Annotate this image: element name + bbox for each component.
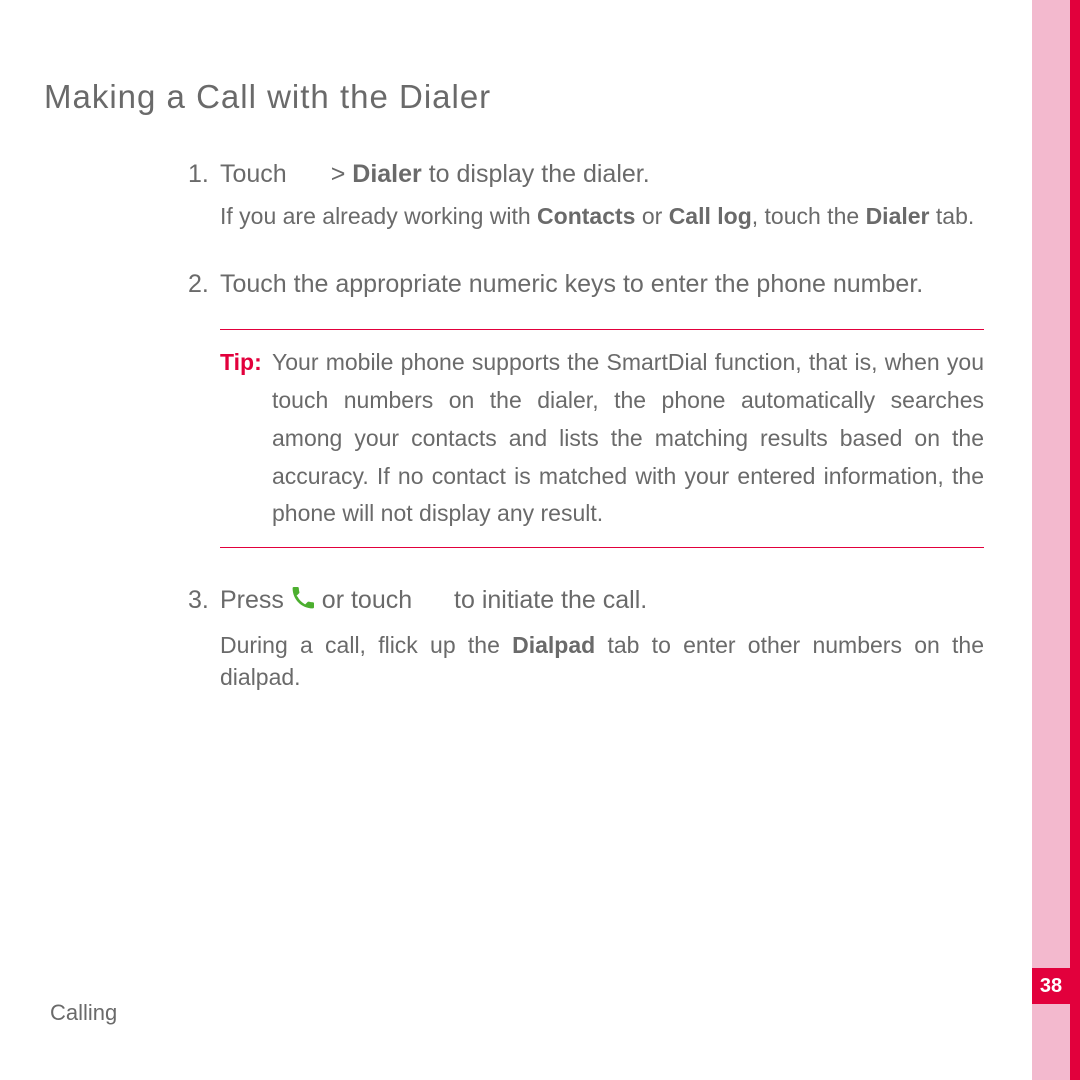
tip-box: Tip: Your mobile phone supports the Smar… — [220, 329, 984, 549]
footer-section-label: Calling — [50, 1000, 117, 1026]
step-1-sub-c: or — [635, 203, 668, 229]
step-1-sub-dialer: Dialer — [866, 203, 930, 229]
step-1: Touch > Dialer to display the dialer. If … — [220, 156, 984, 232]
step-2: Touch the appropriate numeric keys to en… — [220, 266, 984, 548]
step-3: Press or touch to initiate the call. Dur… — [220, 582, 984, 693]
step-3-sub-a: During a call, flick up the — [220, 632, 512, 658]
tip-body: Your mobile phone supports the SmartDial… — [220, 344, 984, 534]
page-title: Making a Call with the Dialer — [44, 78, 984, 116]
phone-icon — [291, 584, 315, 620]
step-3-subtext: During a call, flick up the Dialpad tab … — [220, 629, 984, 693]
side-accent-red — [1070, 0, 1080, 1080]
step-1-sub-e: , touch the — [752, 203, 866, 229]
step-1-text-b: > — [331, 160, 353, 188]
step-3-sub-dialpad: Dialpad — [512, 632, 595, 658]
step-1-subtext: If you are already working with Contacts… — [220, 200, 984, 232]
step-1-text-a: Touch — [220, 160, 287, 188]
step-1-bold-dialer: Dialer — [352, 160, 421, 188]
step-2-text: Touch the appropriate numeric keys to en… — [220, 270, 923, 298]
steps-list: Touch > Dialer to display the dialer. If … — [44, 156, 984, 693]
step-3-text-a: Press — [220, 586, 291, 614]
step-1-text-c: to display the dialer. — [422, 160, 650, 188]
step-1-sub-contacts: Contacts — [537, 203, 635, 229]
tip-label: Tip: — [220, 344, 272, 382]
step-1-sub-g: tab. — [930, 203, 975, 229]
page-number-badge: 38 — [1032, 968, 1070, 1004]
page-content: Making a Call with the Dialer Touch > Dia… — [44, 78, 984, 727]
step-1-sub-a: If you are already working with — [220, 203, 537, 229]
step-3-text-c: to initiate the call. — [447, 586, 647, 614]
step-1-sub-calllog: Call log — [669, 203, 752, 229]
step-3-text-b: or touch — [315, 586, 419, 614]
